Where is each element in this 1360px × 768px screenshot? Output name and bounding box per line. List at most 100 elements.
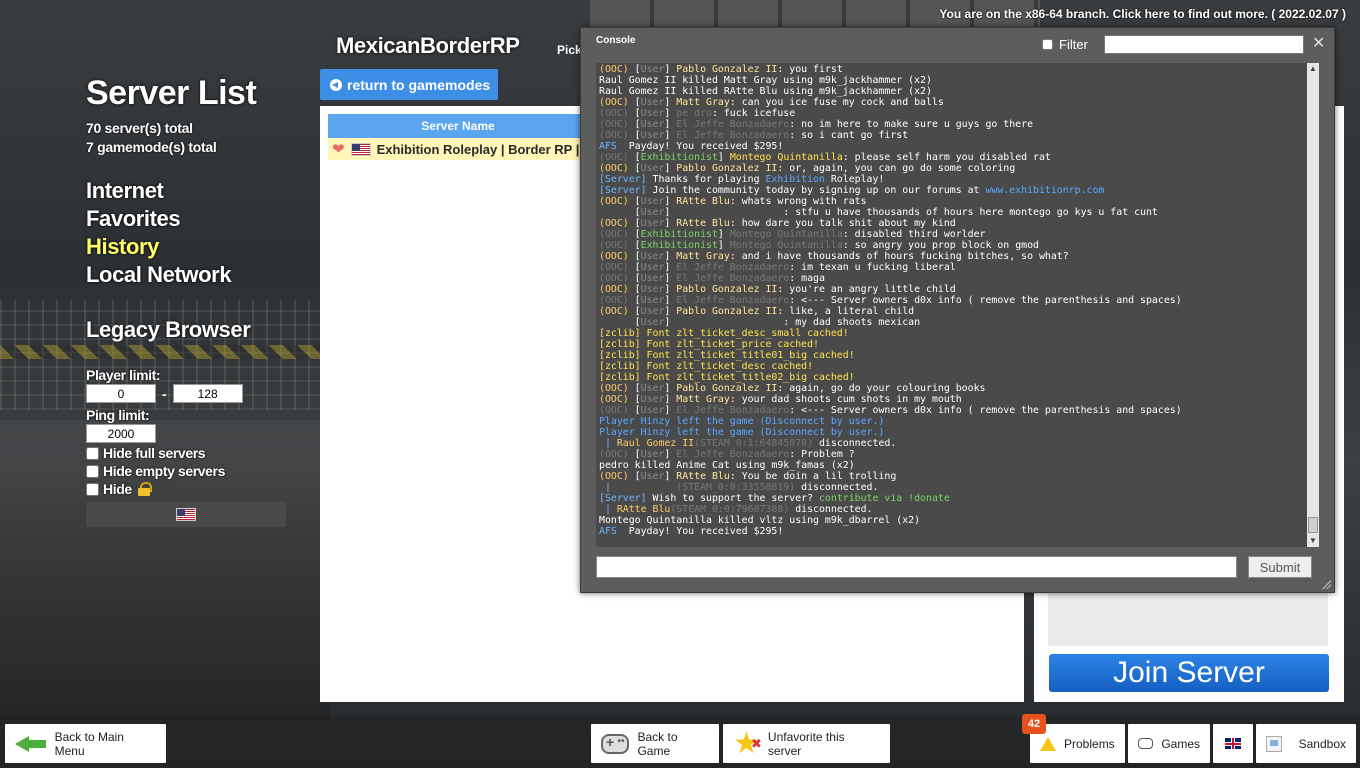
back-main-label: Back to Main Menu <box>54 729 124 758</box>
gamemode-title: MexicanBorderRP <box>336 33 520 58</box>
table-row[interactable]: ❤ Exhibition Roleplay | Border RP | <box>328 138 588 160</box>
sandbox-button[interactable]: Sandbox <box>1256 724 1356 763</box>
nav-history[interactable]: History <box>86 233 296 261</box>
servers-total: 70 server(s) total <box>86 120 193 136</box>
console-line: | RAtte Blu(STEAM_0:0:79607388) disconne… <box>599 504 873 515</box>
console-line: AFS Payday! You received $295! <box>599 141 784 152</box>
console-line: (OOC) [User] Matt Gray: your dad shoots … <box>599 394 962 405</box>
nav-local-network[interactable]: Local Network <box>86 261 296 289</box>
scroll-thumb[interactable] <box>1308 517 1318 533</box>
console-line: (OOC) [User] El Jeffe Bonzadaero: maga <box>599 273 825 284</box>
return-to-gamemodes-button[interactable]: return to gamemodes <box>320 69 498 100</box>
console-line: [zclib] Font zlt_ticket_title01_big cach… <box>599 350 855 361</box>
server-list-sidebar: Server List 70 server(s) total 7 gamemod… <box>86 74 296 527</box>
console-line: (OOC) [User] Pablo Gonzalez II: you're a… <box>599 284 956 295</box>
nav-favorites[interactable]: Favorites <box>86 205 296 233</box>
games-button[interactable]: Games <box>1128 724 1210 763</box>
problems-label: Problems <box>1064 736 1115 751</box>
server-name: Exhibition Roleplay | Border RP | <box>376 141 580 157</box>
hide-full-checkbox[interactable] <box>86 446 99 460</box>
heart-icon: ❤ <box>332 141 345 158</box>
legacy-browser-link[interactable]: Legacy Browser <box>86 317 296 343</box>
console-line: Player Hinzy left the game (Disconnect b… <box>599 416 885 427</box>
region-filter-button[interactable] <box>86 502 286 527</box>
uk-flag-icon <box>1225 738 1241 749</box>
back-arrow-icon <box>15 735 47 752</box>
back-to-game-button[interactable]: Back to Game <box>591 724 719 763</box>
scroll-down-icon[interactable]: ▼ <box>1307 535 1319 547</box>
console-line: pedro killed Anime Cat using m9k_famas (… <box>599 460 855 471</box>
hide-empty-checkbox[interactable] <box>86 464 99 478</box>
player-min-input[interactable] <box>86 384 156 403</box>
console-line: [zclib] Font zlt_ticket_desc cached! <box>599 361 814 372</box>
console-line: (OOC) [User] Pablo Gonzalez II: like, a … <box>599 306 915 317</box>
console-line: (OOC) [User] El Jeffe Bonzadaero: no im … <box>599 119 1034 130</box>
scroll-up-icon[interactable]: ▲ <box>1307 63 1319 75</box>
submit-button[interactable]: Submit <box>1248 556 1312 578</box>
back-to-main-menu-button[interactable]: Back to Main Menu <box>5 724 166 763</box>
us-flag-icon <box>176 508 196 521</box>
hide-locked-option[interactable]: Hide <box>86 481 296 497</box>
hide-locked-label: Hide <box>103 481 132 497</box>
console-line: (OOC) [Exhibitionist] Montego Quintanill… <box>599 152 1051 163</box>
star-remove-icon: ★ ✖ <box>733 726 762 760</box>
games-label: Games <box>1161 736 1200 751</box>
console-line: (OOC) [User] Pablo Gonzalez II: again, g… <box>599 383 986 394</box>
hide-empty-label: Hide empty servers <box>103 463 225 479</box>
gamepad-icon <box>1138 738 1154 749</box>
lock-icon <box>137 482 152 496</box>
problems-count-badge: 42 <box>1022 714 1046 734</box>
ping-limit-input[interactable] <box>86 424 156 443</box>
console-line: Player Hinzy left the game (Disconnect b… <box>599 427 885 438</box>
range-dash: - <box>162 385 167 402</box>
console-line: (OOC) [User] Matt Gray: and i have thous… <box>599 251 1069 262</box>
branch-notice-link[interactable]: You are on the x86-64 branch. Click here… <box>939 7 1346 21</box>
close-icon[interactable]: ✕ <box>1312 33 1325 53</box>
unfavorite-label: Unfavorite this server <box>767 729 845 758</box>
language-button[interactable] <box>1213 724 1253 763</box>
player-limit-row: - <box>86 384 296 403</box>
filter-option[interactable]: Filter <box>1042 37 1088 52</box>
console-line: [zclib] Font zlt_ticket_price cached! <box>599 339 819 350</box>
back-game-label: Back to Game <box>637 729 678 758</box>
page-title: Server List <box>86 74 257 112</box>
console-line: [Server] Join the community today by sig… <box>599 185 1105 196</box>
console-line: (OOC) [User] Pablo Gonzalez II: or, agai… <box>599 163 1016 174</box>
console-line: Raul Gomez II killed RAtte Blu using m9k… <box>599 86 932 97</box>
filter-label: Filter <box>1059 37 1088 52</box>
console-scrollbar[interactable]: ▲ ▼ <box>1307 63 1319 547</box>
console-line: [User] : stfu u have thousands of hours … <box>599 207 1158 218</box>
resize-grip-icon[interactable] <box>1321 579 1331 589</box>
unfavorite-button[interactable]: ★ ✖ Unfavorite this server <box>723 724 890 763</box>
console-line: [zclib] Font zlt_ticket_desc_small cache… <box>599 328 849 339</box>
column-header-server-name[interactable]: Server Name <box>328 114 588 138</box>
console-line: (OOC) [User] RAtte Blu: whats wrong with… <box>599 196 867 207</box>
filter-input[interactable] <box>1104 35 1304 54</box>
console-line: (OOC) [User] pe dro: fuck icefuse <box>599 108 796 119</box>
console-window: Console Filter ✕ (OOC) [User] Pablo Gonz… <box>580 27 1335 593</box>
hide-full-option[interactable]: Hide full servers <box>86 445 296 461</box>
back-circle-icon <box>330 78 342 91</box>
gamemode-image-icon <box>1266 735 1282 752</box>
player-max-input[interactable] <box>172 384 243 403</box>
console-command-input[interactable] <box>596 556 1237 578</box>
console-log[interactable]: (OOC) [User] Pablo Gonzalez II: you firs… <box>596 63 1308 547</box>
join-server-button[interactable]: Join Server <box>1049 654 1329 692</box>
gamemodes-total: 7 gamemode(s) total <box>86 139 217 155</box>
console-line: [Server] Wish to support the server? con… <box>599 493 950 504</box>
warning-icon <box>1040 736 1056 751</box>
sandbox-label: Sandbox <box>1298 736 1346 751</box>
player-limit-label: Player limit: <box>86 367 161 383</box>
console-line: (OOC) [User] Pablo Gonzalez II: you firs… <box>599 64 843 75</box>
ping-limit-label: Ping limit: <box>86 407 150 423</box>
console-line: (OOC) [Exhibitionist] Montego Quintanill… <box>599 229 986 240</box>
nav-internet[interactable]: Internet <box>86 177 296 205</box>
console-title: Console <box>596 35 636 46</box>
console-line: Raul Gomez II killed Matt Gray using m9k… <box>599 75 932 86</box>
filter-checkbox[interactable] <box>1042 39 1053 50</box>
console-line: (OOC) [User] El Jeffe Bonzadaero: so i c… <box>599 130 909 141</box>
console-line: (OOC) [User] El Jeffe Bonzadaero: Proble… <box>599 449 855 460</box>
hide-empty-option[interactable]: Hide empty servers <box>86 463 296 479</box>
hide-locked-checkbox[interactable] <box>86 482 99 496</box>
console-line: | (STEAM_0:0:33558819) disconnected. <box>599 482 879 493</box>
